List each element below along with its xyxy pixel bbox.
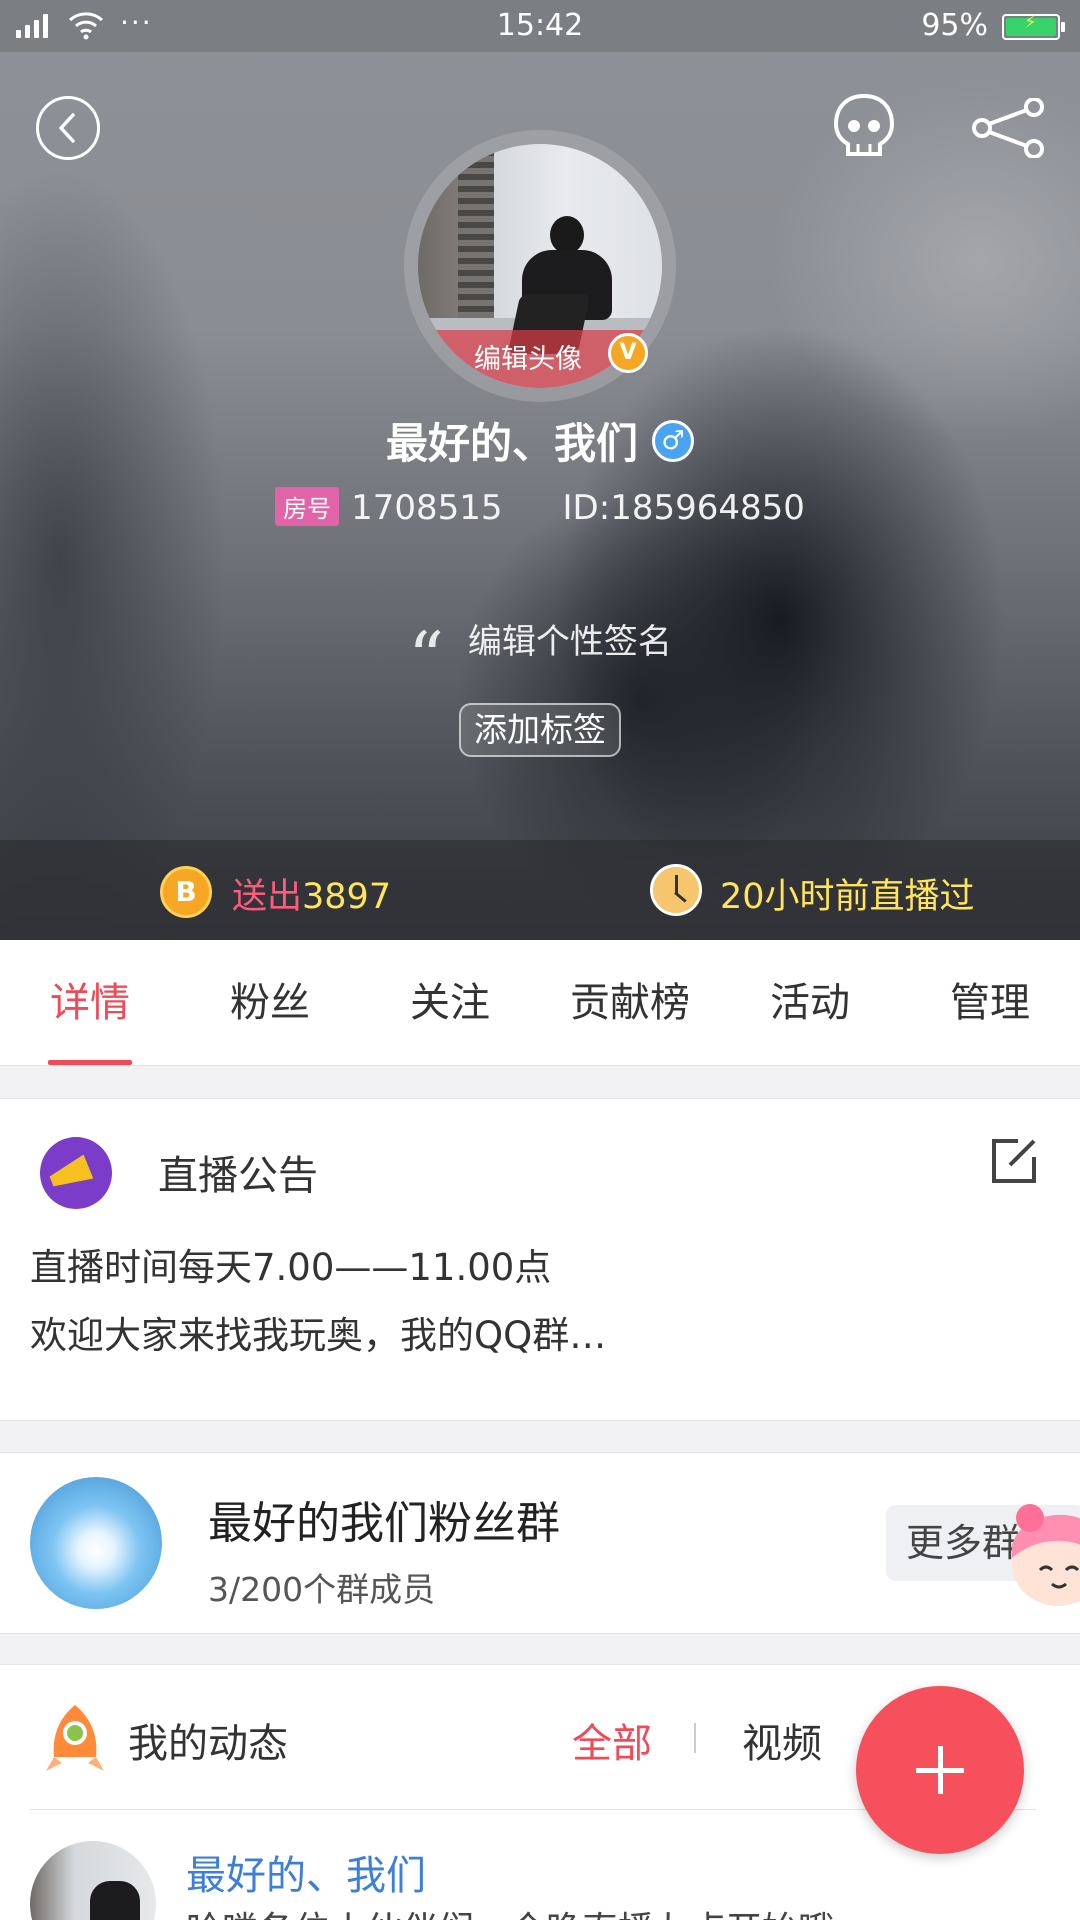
ids-row: 房号 1708515 ID:185964850 <box>0 487 1080 529</box>
chevron-left-icon <box>59 113 75 143</box>
last-live-time: 20小时前直播过 <box>720 877 975 917</box>
group-member-count: 3/200个群成员 <box>208 1570 436 1609</box>
male-gender-icon: ♂ <box>652 419 694 462</box>
filter-divider <box>694 1723 696 1753</box>
quote-icon: “ <box>408 616 444 699</box>
add-post-button[interactable] <box>856 1686 1024 1854</box>
clock-icon <box>650 864 702 916</box>
tab-activities[interactable]: 活动 <box>720 940 900 1066</box>
notice-text-line-1: 直播时间每天7.00——11.00点 <box>30 1246 552 1289</box>
vip-badge-icon: V <box>608 333 648 373</box>
gifts-sent-value: 3897 <box>302 877 392 917</box>
battery-percent: 95% <box>921 8 988 43</box>
filter-all-tab[interactable]: 全部 <box>572 1711 652 1769</box>
status-bar: ··· 15:42 95% <box>0 0 1080 52</box>
battery-icon <box>1002 12 1065 40</box>
post-author-avatar[interactable] <box>30 1841 156 1920</box>
post-author-name[interactable]: 最好的、我们 <box>186 1843 426 1901</box>
mascot-icon[interactable] <box>1000 1498 1080 1608</box>
group-avatar <box>30 1477 162 1609</box>
nickname-row: 最好的、我们 ♂ <box>0 410 1080 471</box>
signature-row[interactable]: “编辑个性签名 <box>0 614 1080 693</box>
fan-group-card[interactable]: 最好的我们粉丝群 3/200个群成员 更多群 <box>0 1452 1080 1634</box>
coin-icon: B <box>160 866 212 918</box>
signature-placeholder[interactable]: 编辑个性签名 <box>468 622 672 662</box>
profile-header: ··· 15:42 95% 编辑头像 V <box>0 0 1080 940</box>
post-preview-text[interactable]: 哈喽各位小伙伴们，今晚直播九点开始哦 <box>186 1901 834 1920</box>
room-number: 1708515 <box>351 488 503 528</box>
live-notice-card: 直播公告 直播时间每天7.00——11.00点 欢迎大家来找我玩奥，我的QQ群… <box>0 1098 1080 1421</box>
tab-manage[interactable]: 管理 <box>900 940 1080 1066</box>
gifts-sent: 送出3897 <box>232 868 391 919</box>
back-button[interactable] <box>36 96 100 160</box>
megaphone-icon <box>40 1137 112 1209</box>
tab-fans[interactable]: 粉丝 <box>180 940 360 1066</box>
room-number-tag: 房号 <box>275 487 340 526</box>
group-name: 最好的我们粉丝群 <box>208 1498 560 1549</box>
notice-title: 直播公告 <box>158 1153 318 1199</box>
edit-icon[interactable] <box>988 1135 1040 1187</box>
clock-time: 15:42 <box>496 8 584 43</box>
tab-details[interactable]: 详情 <box>0 940 180 1066</box>
active-tab-indicator <box>48 1060 132 1065</box>
share-icon[interactable] <box>970 98 1046 158</box>
rocket-icon <box>46 1705 104 1771</box>
nickname: 最好的、我们 <box>385 419 638 468</box>
gifts-sent-label: 送出 <box>232 877 303 917</box>
add-tag-button[interactable]: 添加标签 <box>459 703 621 757</box>
profile-tabs: 详情 粉丝 关注 贡献榜 活动 管理 <box>0 940 1080 1066</box>
tab-following[interactable]: 关注 <box>360 940 540 1066</box>
skull-icon[interactable] <box>830 92 898 160</box>
filter-video-tab[interactable]: 视频 <box>742 1711 822 1769</box>
tab-contribution[interactable]: 贡献榜 <box>540 940 720 1066</box>
feed-title: 我的动态 <box>128 1721 288 1767</box>
user-id: ID:185964850 <box>562 488 805 528</box>
notice-text-line-2: 欢迎大家来找我玩奥，我的QQ群… <box>30 1314 607 1357</box>
